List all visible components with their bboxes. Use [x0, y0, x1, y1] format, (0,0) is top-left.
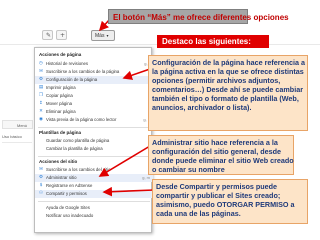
more-button[interactable]: Más ▾	[91, 30, 115, 41]
menu-item-label: Administrar sitio	[46, 175, 77, 180]
menu-item-label: Configuración de la página	[46, 77, 98, 82]
menu-item-label: Suscribirse a los cambios del sitio	[46, 167, 111, 172]
menu-item-help[interactable]: Ayuda de Google Sites	[35, 204, 153, 212]
history-icon: ◷	[39, 61, 43, 66]
menu-item-report-abuse[interactable]: Notificar uso inadecuado	[35, 212, 153, 220]
menu-item-page-settings[interactable]: ⚙ Configuración de la página u	[35, 76, 153, 84]
menu-item-subscribe-site[interactable]: ✉ Suscribirse a los cambios del sitio	[35, 166, 153, 174]
delete-icon: ✕	[39, 109, 43, 114]
menu-item-label: Guardar como plantilla de página	[46, 138, 110, 143]
menu-item-manage-site[interactable]: ⚙ Administrar sitio g, m	[35, 174, 153, 182]
menu-item-copy-page[interactable]: ❐ Copiar página	[35, 92, 153, 100]
note-share-permissions: Desde Compartir y permisos puede compart…	[152, 179, 308, 224]
note-page-settings: Configuración de la página hace referenc…	[148, 55, 308, 131]
menu-item-label: Suscribirse a los cambios de la página	[46, 69, 120, 74]
adsense-icon: $	[39, 183, 43, 188]
menu-item-share-permissions[interactable]: ⚇ Compartir y permisos	[35, 190, 153, 198]
sidebar-tab-label: Menú	[17, 123, 28, 128]
edit-page-button[interactable]: ✎	[42, 30, 53, 40]
note-share-permissions-text: Desde Compartir y permisos puede compart…	[156, 182, 295, 218]
menu-item-label: Notificar uso inadecuado	[46, 213, 94, 218]
menu-item-label: Copiar página	[46, 93, 73, 98]
pencil-icon: ✎	[46, 32, 52, 39]
menu-item-move-page[interactable]: ↕ Mover página	[35, 100, 153, 108]
menu-item-label: Compartir y permisos	[46, 191, 87, 196]
menu-item-label: Ayuda de Google Sites	[46, 205, 90, 210]
menu-item-print-page[interactable]: ▤ Imprimir página	[35, 84, 153, 92]
highlight-box: Destaco las siguientes:	[157, 35, 269, 48]
menu-divider	[38, 201, 150, 202]
note-manage-site: Administrar sitio hace referencia a la c…	[148, 135, 294, 175]
menu-item-change-template[interactable]: Cambiar la plantilla de página	[35, 145, 153, 153]
more-button-label: Más	[95, 33, 105, 39]
sidebar-tab[interactable]: Menú	[2, 120, 33, 129]
annotation-title-box: El botón “Más” me ofrece diferentes opci…	[108, 9, 289, 24]
menu-item-preview-as-viewer[interactable]: ◉ Vista previa de la página como lector …	[35, 116, 153, 124]
menu-item-save-as-template[interactable]: Guardar como plantilla de página	[35, 137, 153, 145]
menu-divider	[38, 127, 150, 128]
menu-item-label: Historial de revisiones	[46, 61, 89, 66]
note-manage-site-text: Administrar sitio hace referencia a la c…	[152, 138, 294, 174]
share-icon: ⚇	[38, 191, 44, 196]
print-icon: ▤	[38, 85, 44, 90]
move-icon: ↕	[39, 101, 43, 106]
menu-item-revision-history[interactable]: ◷ Historial de revisiones g, r	[35, 60, 153, 68]
menu-item-label: Imprimir página	[46, 85, 76, 90]
subscribe-icon: ✉	[39, 167, 43, 172]
manage-icon: ⚙	[38, 175, 44, 180]
sidebar-partial-label: Uso básico	[2, 134, 22, 139]
preview-icon: ◉	[39, 117, 43, 122]
menu-item-label: Eliminar página	[46, 109, 76, 114]
menu-item-label: Vista previa de la página como lector	[46, 117, 117, 122]
annotation-title: El botón “Más” me ofrece diferentes opci…	[113, 13, 289, 22]
menu-item-label: Registrarse en AdSense	[46, 183, 93, 188]
menu-divider	[38, 156, 150, 157]
menu-item-adsense[interactable]: $ Registrarse en AdSense	[35, 182, 153, 190]
menu-item-label: Mover página	[46, 101, 73, 106]
menu-item-subscribe-page[interactable]: ✉ Suscribirse a los cambios de la página	[35, 68, 153, 76]
more-menu: Acciones de página ◷ Historial de revisi…	[34, 47, 153, 233]
menu-item-shortcut: g, m	[142, 175, 150, 180]
sidebar-divider	[2, 142, 32, 143]
new-page-icon: +	[60, 32, 66, 39]
page-actions-heading: Acciones de página	[39, 52, 82, 57]
subscribe-icon: ✉	[39, 69, 43, 74]
new-page-button[interactable]: +	[56, 30, 67, 40]
highlight-text: Destaco las siguientes:	[162, 37, 251, 46]
menu-item-delete-page[interactable]: ✕ Eliminar página	[35, 108, 153, 116]
copy-icon: ❐	[38, 93, 44, 98]
site-actions-heading: Acciones del sitio	[39, 159, 78, 164]
note-page-settings-text: Configuración de la página hace referenc…	[152, 58, 305, 112]
page-templates-heading: Plantillas de página	[39, 130, 82, 135]
menu-item-label: Cambiar la plantilla de página	[46, 146, 103, 151]
chevron-down-icon: ▾	[106, 33, 109, 38]
settings-icon: ⚙	[38, 77, 44, 82]
